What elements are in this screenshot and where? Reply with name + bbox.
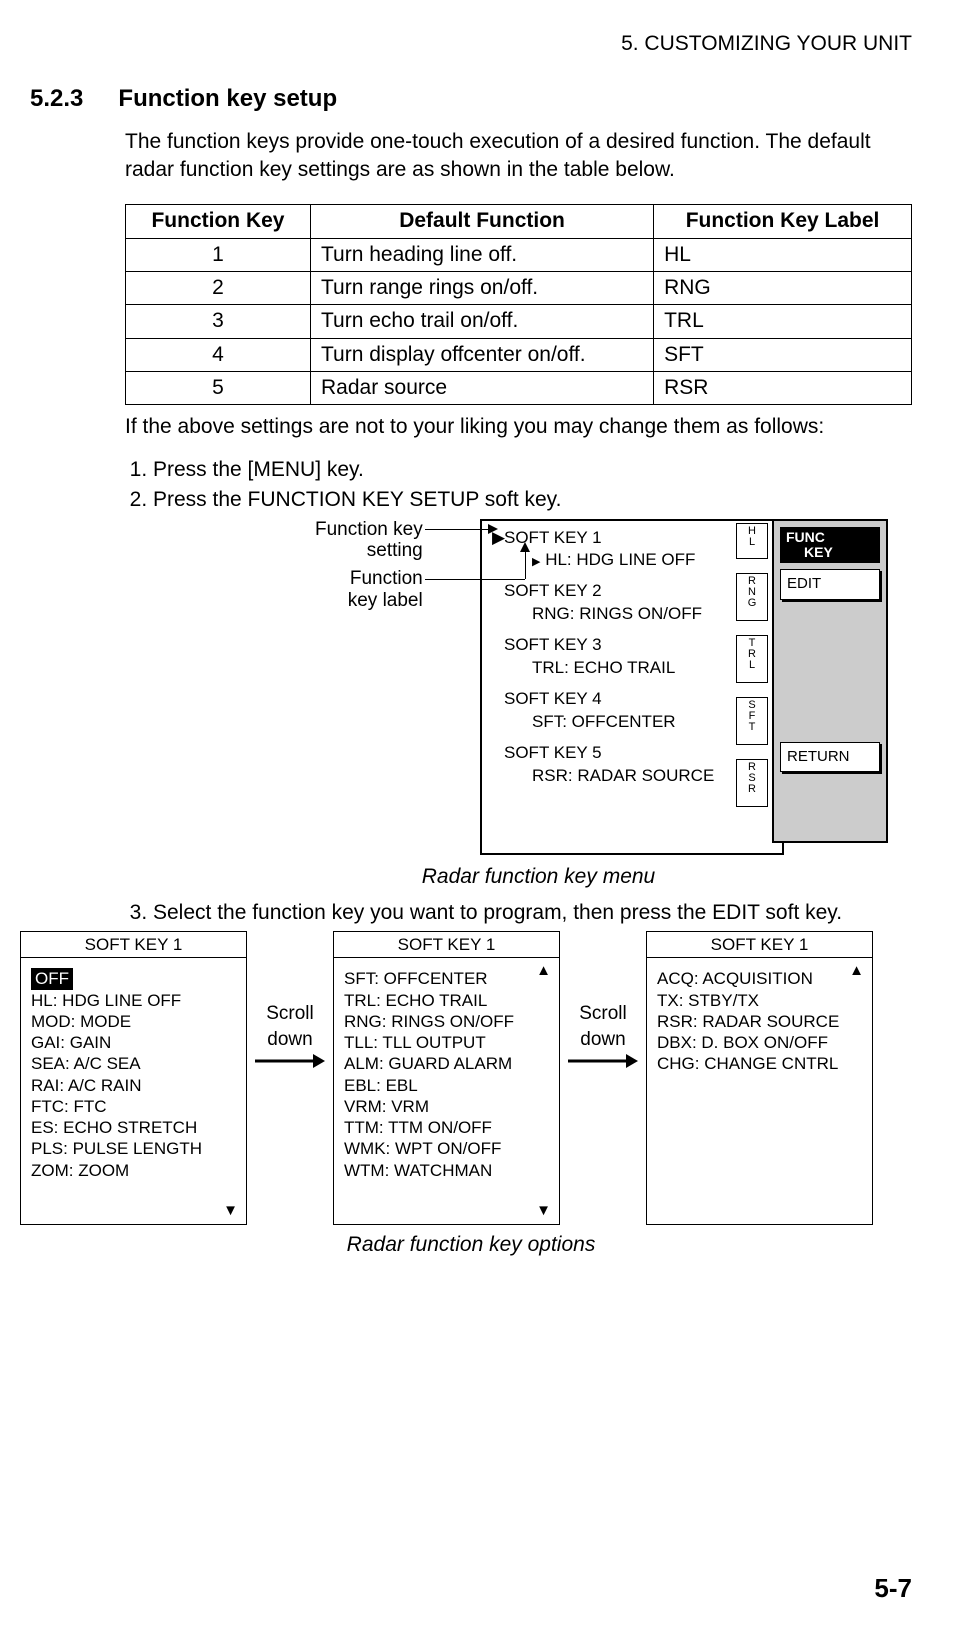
return-soft-key[interactable]: RETURN <box>780 742 880 772</box>
list-item[interactable]: SFT: OFFCENTER <box>344 968 549 989</box>
scroll-up-icon[interactable]: ▲ <box>536 962 551 981</box>
options-page-1: SOFT KEY 1 OFFHL: HDG LINE OFFMOD: MODEG… <box>20 931 247 1225</box>
list-item[interactable]: EBL: EBL <box>344 1075 549 1096</box>
list-item[interactable]: PLS: PULSE LENGTH <box>31 1138 236 1159</box>
list-item[interactable]: WMK: WPT ON/OFF <box>344 1138 549 1159</box>
callout-setting-b: setting <box>367 540 423 561</box>
figure-options: SOFT KEY 1 OFFHL: HDG LINE OFFMOD: MODEG… <box>20 931 912 1225</box>
table-row: 5Radar sourceRSR <box>126 372 912 405</box>
list-item[interactable]: ES: ECHO STRETCH <box>31 1117 236 1138</box>
hw-key-badge: RSR <box>736 759 768 807</box>
scroll-down-icon[interactable]: ▼ <box>223 1202 238 1221</box>
step-3: Select the function key you want to prog… <box>153 899 912 927</box>
list-item[interactable]: WTM: WATCHMAN <box>344 1160 549 1181</box>
hw-key-badge: RNG <box>736 573 768 621</box>
callout-label-b: key label <box>348 590 423 611</box>
options-page-3: SOFT KEY 1 ACQ: ACQUISITIONTX: STBY/TXRS… <box>646 931 873 1225</box>
menu-item[interactable]: SOFT KEY 4SFT: OFFCENTER <box>492 688 772 734</box>
list-item[interactable]: SEA: A/C SEA <box>31 1053 236 1074</box>
menu-item[interactable]: SOFT KEY 5RSR: RADAR SOURCE <box>492 742 772 788</box>
func-key-label: FUNC KEY <box>780 527 880 564</box>
step-2: Press the FUNCTION KEY SETUP soft key. <box>153 486 912 514</box>
list-item[interactable]: TRL: ECHO TRAIL <box>344 990 549 1011</box>
list-item[interactable]: OFF <box>31 968 181 989</box>
list-item[interactable]: GAI: GAIN <box>31 1032 236 1053</box>
hw-key-badge: TRL <box>736 635 768 683</box>
figure1-caption: Radar function key menu <box>165 863 912 891</box>
section-number: 5.2.3 <box>30 85 83 112</box>
list-item[interactable]: TX: STBY/TX <box>657 990 862 1011</box>
options-title-1: SOFT KEY 1 <box>21 932 246 958</box>
hw-keys-column: HL RNG TRL SFT RSR <box>736 523 768 807</box>
options-page-2: SOFT KEY 1 SFT: OFFCENTERTRL: ECHO TRAIL… <box>333 931 560 1225</box>
figure2-caption: Radar function key options <box>30 1231 912 1259</box>
list-item[interactable]: HL: HDG LINE OFF <box>31 990 236 1011</box>
list-item[interactable]: RSR: RADAR SOURCE <box>657 1011 862 1032</box>
callout-label-a: Function <box>350 568 423 589</box>
soft-key-panel: FUNC KEY EDIT RETURN <box>772 519 888 843</box>
list-item[interactable]: CHG: CHANGE CNTRL <box>657 1053 862 1074</box>
th-func: Default Function <box>311 205 654 238</box>
table-row: 4Turn display offcenter on/off.SFT <box>126 338 912 371</box>
table-row: 3Turn echo trail on/off.TRL <box>126 305 912 338</box>
options-title-3: SOFT KEY 1 <box>647 932 872 958</box>
menu-item[interactable]: SOFT KEY 2RNG: RINGS ON/OFF <box>492 580 772 626</box>
menu-item[interactable]: ▶SOFT KEY 1▶ HL: HDG LINE OFF <box>492 527 772 573</box>
defaults-table: Function Key Default Function Function K… <box>125 204 912 405</box>
table-row: 2Turn range rings on/off.RNG <box>126 272 912 305</box>
hw-key-badge: SFT <box>736 697 768 745</box>
th-label: Function Key Label <box>654 205 912 238</box>
list-item[interactable]: MOD: MODE <box>31 1011 236 1032</box>
list-item[interactable]: ACQ: ACQUISITION <box>657 968 862 989</box>
list-item[interactable]: TTM: TTM ON/OFF <box>344 1117 549 1138</box>
section-title: Function key setup <box>118 85 337 112</box>
options-title-2: SOFT KEY 1 <box>334 932 559 958</box>
list-item[interactable]: ZOM: ZOOM <box>31 1160 236 1181</box>
list-item[interactable]: FTC: FTC <box>31 1096 236 1117</box>
list-item[interactable]: ALM: GUARD ALARM <box>344 1053 549 1074</box>
chapter-header: 5. CUSTOMIZING YOUR UNIT <box>30 30 912 58</box>
list-item[interactable]: TLL: TLL OUTPUT <box>344 1032 549 1053</box>
list-item[interactable]: RAI: A/C RAIN <box>31 1075 236 1096</box>
intro-text: The function keys provide one-touch exec… <box>125 128 912 185</box>
list-item[interactable]: DBX: D. BOX ON/OFF <box>657 1032 862 1053</box>
scroll-arrow-1: Scroll down <box>255 1001 325 1070</box>
figure-menu: Function key setting Function key label … <box>220 519 912 859</box>
callout-setting-a: Function key <box>315 519 423 540</box>
step-1: Press the [MENU] key. <box>153 456 912 484</box>
page-number: 5-7 <box>874 1573 912 1604</box>
scroll-arrow-2: Scroll down <box>568 1001 638 1070</box>
table-row: 1Turn heading line off.HL <box>126 238 912 271</box>
edit-soft-key[interactable]: EDIT <box>780 569 880 599</box>
after-table-text: If the above settings are not to your li… <box>125 413 912 441</box>
hw-key-badge: HL <box>736 523 768 559</box>
scroll-down-icon[interactable]: ▼ <box>536 1202 551 1221</box>
list-item[interactable]: RNG: RINGS ON/OFF <box>344 1011 549 1032</box>
scroll-up-icon[interactable]: ▲ <box>849 962 864 981</box>
menu-item[interactable]: SOFT KEY 3TRL: ECHO TRAIL <box>492 634 772 680</box>
list-item[interactable]: VRM: VRM <box>344 1096 549 1117</box>
th-key: Function Key <box>126 205 311 238</box>
